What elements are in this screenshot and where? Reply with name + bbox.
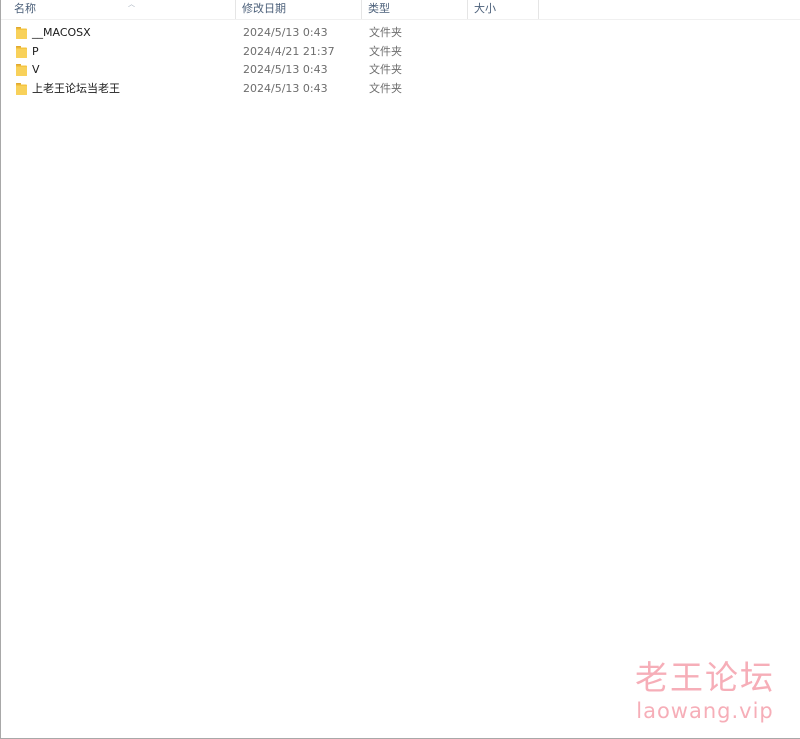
file-row-laowang[interactable]: 上老王论坛当老王 2024/5/13 0:43 文件夹 [1,80,800,99]
watermark: 老王论坛 laowang.vip [630,658,780,724]
file-modified-date: 2024/4/21 21:37 [243,44,335,58]
file-type: 文件夹 [369,63,402,76]
file-name: P [32,44,39,58]
file-row-p[interactable]: P 2024/4/21 21:37 文件夹 [1,43,800,62]
column-header-size[interactable]: 大小 [468,0,539,19]
folder-icon [16,64,27,76]
file-name: 上老王论坛当老王 [32,81,120,95]
column-header-size-label: 大小 [474,2,496,15]
file-modified-date: 2024/5/13 0:43 [243,26,328,39]
column-header-type-label: 类型 [368,2,390,15]
column-header-row: 名称 ︿ 修改日期 类型 大小 [1,0,800,20]
watermark-title: 老王论坛 [635,658,775,697]
file-name: __MACOSX [32,26,91,39]
file-modified-date: 2024/5/13 0:43 [243,63,328,76]
folder-icon [16,27,27,39]
file-type: 文件夹 [369,44,402,58]
column-header-date[interactable]: 修改日期 [236,0,362,19]
file-name: V [32,63,40,76]
column-header-name-label: 名称 [14,2,36,15]
file-row-macosx[interactable]: __MACOSX 2024/5/13 0:43 文件夹 [1,24,800,43]
folder-icon [16,45,27,58]
file-type: 文件夹 [369,81,402,95]
file-row-v[interactable]: V 2024/5/13 0:43 文件夹 [1,61,800,80]
column-header-date-label: 修改日期 [242,2,286,15]
column-header-name[interactable]: 名称 ︿ [8,0,236,19]
sort-arrow-icon: ︿ [128,0,135,8]
file-list: __MACOSX 2024/5/13 0:43 文件夹 P 2024/4/21 … [1,24,800,98]
file-modified-date: 2024/5/13 0:43 [243,81,328,95]
file-explorer-window: 名称 ︿ 修改日期 类型 大小 __MACOSX 2024/5/13 0:43 … [0,0,800,739]
folder-icon [16,82,27,95]
file-type: 文件夹 [369,26,402,39]
watermark-url: laowang.vip [636,699,774,723]
column-header-type[interactable]: 类型 [362,0,468,19]
